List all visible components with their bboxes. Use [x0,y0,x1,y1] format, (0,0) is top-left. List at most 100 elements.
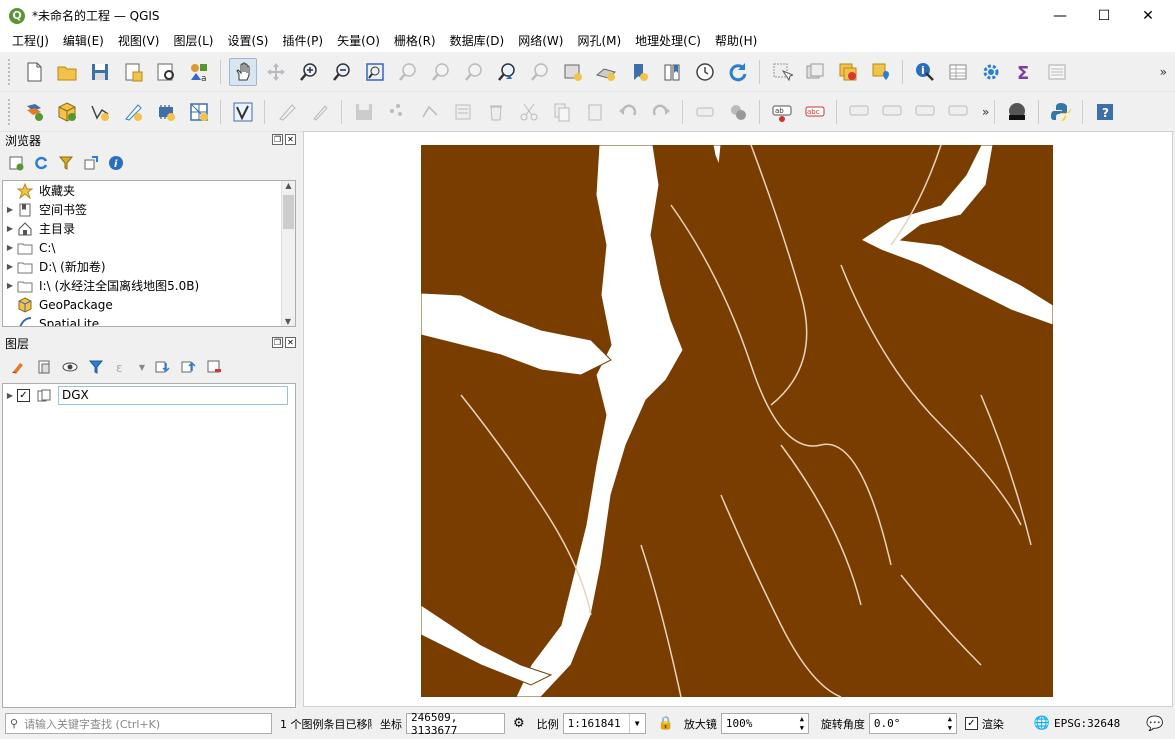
menu-2[interactable]: 视图(V) [111,31,167,52]
toolbar-grip[interactable] [8,98,11,125]
paste-features-icon[interactable] [581,98,609,126]
toggle-extents-icon[interactable]: ⚙ [513,716,525,731]
menu-12[interactable]: 帮助(H) [708,31,764,52]
attribute-table-icon[interactable] [944,58,972,86]
expand-all-icon[interactable] [151,356,173,378]
rotate-label-icon[interactable] [944,98,972,126]
info-icon[interactable]: i [105,152,127,174]
save-project-icon[interactable] [86,58,114,86]
new-temporary-layer-icon[interactable] [119,98,147,126]
data-source-manager-icon[interactable] [20,98,48,126]
browser-item[interactable]: ▶ 主目录 [3,219,295,238]
menu-4[interactable]: 设置(S) [221,31,276,52]
rotation-spinbox[interactable]: 0.0° ▲ ▼ [868,713,957,734]
close-panel-icon[interactable]: ✕ [285,337,296,348]
help-icon[interactable]: ? [1091,98,1119,126]
filter-icon[interactable] [55,152,77,174]
modify-attributes-icon[interactable] [449,98,477,126]
browser-item[interactable]: GeoPackage [3,295,295,314]
zoom-to-layer-icon[interactable] [427,58,455,86]
new-bookmark-icon[interactable] [625,58,653,86]
add-selected-layers-icon[interactable] [5,152,27,174]
scale-combo[interactable]: 1:161841 ▼ [562,713,646,734]
save-edits-icon[interactable] [350,98,378,126]
deselect-icon[interactable] [801,58,829,86]
new-shapefile-layer-icon[interactable] [86,98,114,126]
menu-11[interactable]: 地理处理(C) [628,31,708,52]
collapse-all-icon[interactable] [80,152,102,174]
magnifier-spinbox[interactable]: 100% ▲ ▼ [720,713,809,734]
add-point-icon[interactable] [383,98,411,126]
browser-item[interactable]: SpatiaLite [3,314,295,326]
menu-10[interactable]: 网孔(M) [570,31,628,52]
maximize-button[interactable]: ☐ [1081,0,1127,31]
expand-arrow-icon[interactable]: ▶ [3,281,17,290]
vertex-tool-icon[interactable] [416,98,444,126]
layer-item[interactable]: ▶ ✓ DGX [3,386,295,405]
new-print-layout-icon[interactable] [119,58,147,86]
toolbar2-overflow-button[interactable]: » [982,105,989,119]
spin-arrows-icon[interactable]: ▲ ▼ [796,715,808,733]
label-toolbar-icon[interactable] [691,98,719,126]
browser-item[interactable]: ▶ 空间书签 [3,200,295,219]
new-project-icon[interactable] [20,58,48,86]
measure-icon[interactable] [1043,58,1071,86]
pan-icon[interactable] [228,57,257,86]
expand-arrow-icon[interactable]: ▶ [3,262,17,271]
crs-globe-icon[interactable]: 🌐 [1034,716,1050,731]
close-button[interactable]: ✕ [1125,0,1171,31]
browser-item[interactable]: ▶ I:\ (水经注全国离线地图5.0B) [3,276,295,295]
minimize-button[interactable]: — [1037,0,1083,31]
style-brush-icon[interactable] [7,356,29,378]
pan-to-selection-icon[interactable] [262,58,290,86]
layout-manager-icon[interactable] [152,58,180,86]
expand-arrow-icon[interactable]: ▶ [3,391,17,400]
new-map-view-icon[interactable] [559,58,587,86]
show-bookmarks-icon[interactable] [658,58,686,86]
identify-icon[interactable]: i [911,58,939,86]
menu-5[interactable]: 插件(P) [275,31,330,52]
copy-features-icon[interactable] [548,98,576,126]
layer-visibility-checkbox[interactable]: ✓ [17,389,30,402]
settings-gear-icon[interactable] [977,58,1005,86]
zoom-last-icon[interactable] [493,58,521,86]
expand-arrow-icon[interactable]: ▶ [3,243,17,252]
expand-arrow-icon[interactable]: ▶ [3,205,17,214]
render-checkbox[interactable]: ✓ [964,717,978,730]
remove-layer-icon[interactable] [203,356,225,378]
zoom-next-icon[interactable] [526,58,554,86]
python-console-icon[interactable] [1047,98,1075,126]
new-3d-map-view-icon[interactable] [592,58,620,86]
browser-item[interactable]: 收藏夹 [3,181,295,200]
vector-layer-icon[interactable] [229,98,257,126]
zoom-full-icon[interactable] [361,58,389,86]
pin-labels-icon[interactable] [845,98,873,126]
label-diagram-icon[interactable] [724,98,752,126]
browser-item[interactable]: ▶ C:\ [3,238,295,257]
delete-selected-icon[interactable] [482,98,510,126]
refresh-icon[interactable] [30,152,52,174]
coordinate-field[interactable]: 246509, 3133677 [406,711,505,737]
toolbar-grip[interactable] [8,58,11,85]
crs-label[interactable]: EPSG:32648 [1054,717,1120,730]
add-group-icon[interactable] [33,356,55,378]
zoom-in-icon[interactable] [295,58,323,86]
menu-1[interactable]: 编辑(E) [56,31,111,52]
chevron-down-icon[interactable]: ▼ [628,714,645,733]
menu-9[interactable]: 网络(W) [511,31,570,52]
style-manager-icon[interactable]: a [185,58,213,86]
locator-search-input[interactable]: ⚲ 请输入关键字查找 (Ctrl+K) [5,713,272,734]
open-project-icon[interactable] [53,58,81,86]
manage-map-themes-icon[interactable] [59,356,81,378]
toggle-editing-icon[interactable] [306,98,334,126]
redo-icon[interactable] [647,98,675,126]
temporal-controller-icon[interactable] [691,58,719,86]
cut-features-icon[interactable] [515,98,543,126]
refresh-icon[interactable] [724,58,752,86]
filter-dropdown-icon[interactable]: ▼ [137,356,147,378]
toolbar-overflow-button[interactable]: » [1160,65,1167,79]
layer-labeling-icon[interactable]: ab [768,98,796,126]
openlayers-plugin-icon[interactable] [1003,98,1031,126]
zoom-to-selection-icon[interactable] [394,58,422,86]
collapse-all-icon[interactable] [177,356,199,378]
